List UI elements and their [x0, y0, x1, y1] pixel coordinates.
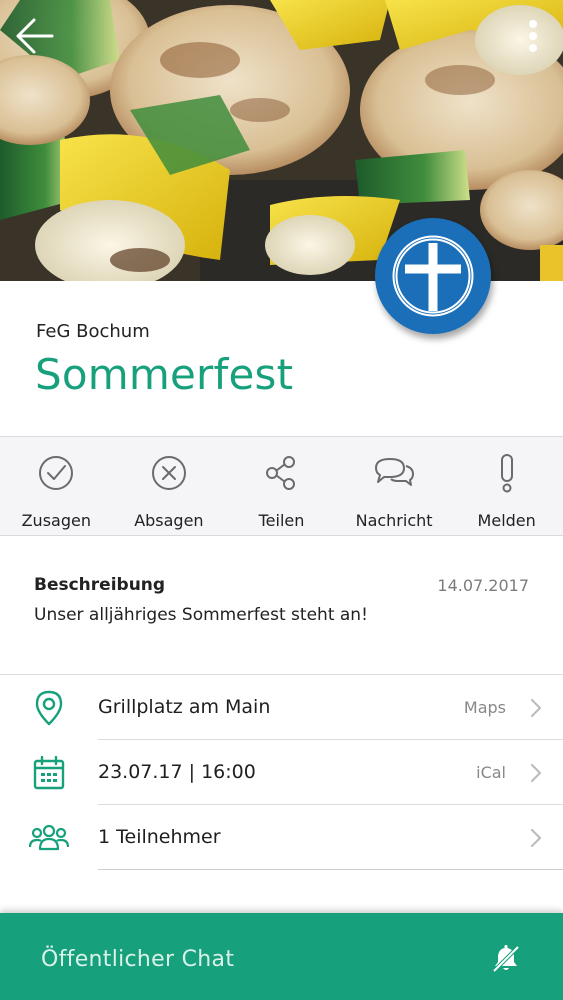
exclamation-icon	[500, 454, 513, 493]
action-bar: Zusagen Absagen Teilen Nachricht Melden	[0, 436, 563, 536]
accept-label: Zusagen	[21, 511, 91, 530]
location-text: Grillplatz am Main	[98, 696, 271, 718]
message-button[interactable]: Nachricht	[338, 437, 451, 535]
date-row[interactable]: 23.07.17 | 16:00 iCal	[0, 740, 563, 805]
arrow-left-icon	[16, 18, 54, 54]
location-pin-icon	[35, 690, 63, 726]
chat-bubbles-icon	[375, 458, 415, 486]
more-menu-button[interactable]	[509, 12, 557, 60]
more-vertical-icon	[529, 20, 537, 52]
organizer-name: FeG Bochum	[36, 321, 150, 342]
maps-link[interactable]: Maps	[464, 698, 506, 717]
event-details-list: Grillplatz am Main Maps 23.07.17 | 16:00…	[0, 674, 563, 870]
hero-image	[0, 0, 563, 281]
report-label: Melden	[477, 511, 536, 530]
ical-link[interactable]: iCal	[476, 763, 506, 782]
public-chat-bar[interactable]: Öffentlicher Chat	[0, 913, 563, 1000]
public-chat-label: Öffentlicher Chat	[41, 947, 235, 972]
accept-button[interactable]: Zusagen	[0, 437, 113, 535]
decline-label: Absagen	[134, 511, 204, 530]
chevron-right-icon	[530, 763, 542, 783]
decline-button[interactable]: Absagen	[113, 437, 226, 535]
message-label: Nachricht	[355, 511, 433, 530]
back-button[interactable]	[10, 12, 58, 60]
chevron-right-icon	[530, 828, 542, 848]
participants-row[interactable]: 1 Teilnehmer	[0, 805, 563, 870]
chevron-right-icon	[530, 698, 542, 718]
location-row[interactable]: Grillplatz am Main Maps	[0, 675, 563, 740]
description-text: Unser alljähriges Sommerfest steht an!	[34, 605, 368, 625]
x-circle-icon	[151, 456, 186, 490]
share-label: Teilen	[258, 511, 305, 530]
share-icon	[266, 456, 296, 490]
description-heading: Beschreibung	[34, 575, 166, 595]
report-button[interactable]: Melden	[450, 437, 563, 535]
divider	[98, 869, 563, 870]
people-icon	[29, 824, 69, 851]
check-circle-icon	[39, 456, 74, 490]
date-text: 23.07.17 | 16:00	[98, 761, 256, 783]
event-title: Sommerfest	[35, 350, 294, 399]
participants-text: 1 Teilnehmer	[98, 826, 221, 848]
description-date: 14.07.2017	[437, 576, 529, 595]
church-cross-logo	[392, 235, 474, 317]
church-logo	[375, 218, 491, 334]
bell-muted-icon[interactable]	[491, 944, 521, 974]
grill-skewer-photo	[0, 0, 563, 281]
calendar-icon	[33, 756, 65, 790]
share-button[interactable]: Teilen	[225, 437, 338, 535]
